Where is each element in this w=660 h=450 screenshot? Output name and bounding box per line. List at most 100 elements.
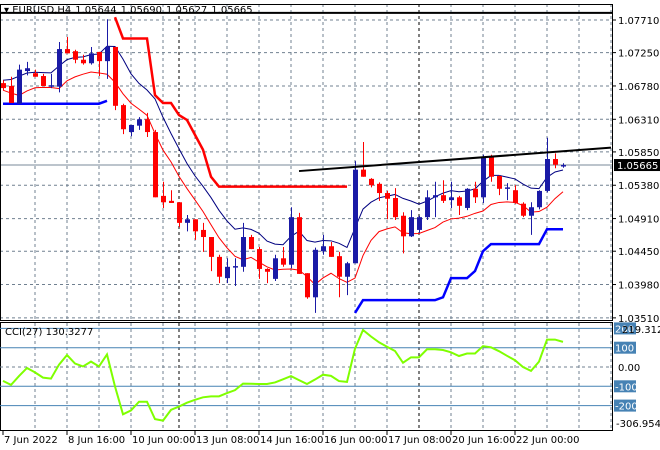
candle-body bbox=[449, 197, 454, 201]
price-axis-label: 1.06310 bbox=[618, 115, 659, 126]
candle-body bbox=[137, 119, 142, 126]
candle-body bbox=[345, 263, 350, 277]
candle-body bbox=[505, 187, 510, 189]
candle-body bbox=[313, 249, 318, 298]
candle-body bbox=[177, 202, 182, 223]
symbol-header: ▾ EURUSD,H4 1.05644 1.05690 1.05627 1.05665 bbox=[4, 5, 253, 16]
candle-body bbox=[73, 51, 78, 60]
time-axis-label: 13 Jun 08:00 bbox=[196, 435, 260, 446]
price-axis-label: 1.05380 bbox=[618, 181, 659, 192]
candle-body bbox=[161, 195, 166, 203]
candle-body bbox=[489, 156, 494, 177]
candle-body bbox=[257, 249, 262, 269]
candle-body bbox=[369, 178, 374, 186]
cci-zero-label: 0.00 bbox=[618, 363, 640, 374]
candle-body bbox=[473, 188, 478, 198]
candle-body bbox=[377, 183, 382, 194]
candle-body bbox=[225, 266, 230, 279]
candle-body bbox=[201, 229, 206, 238]
trendline[interactable] bbox=[298, 146, 612, 173]
cci-panel-frame bbox=[0, 322, 613, 431]
candle-body bbox=[41, 76, 46, 86]
candle-body bbox=[545, 159, 550, 191]
price-axis-label: 1.07710 bbox=[618, 16, 659, 27]
price-axis-label: 1.04450 bbox=[618, 247, 659, 258]
candle-body bbox=[113, 46, 118, 106]
candle-body bbox=[33, 73, 38, 77]
candle-body bbox=[233, 266, 238, 268]
main-panel-frame bbox=[0, 4, 613, 321]
cci-line bbox=[2, 328, 564, 422]
header-open: 1.05644 bbox=[75, 5, 116, 16]
time-axis-label: 10 Jun 00:00 bbox=[132, 435, 196, 446]
candle-body bbox=[457, 197, 462, 206]
candle-body bbox=[305, 273, 310, 298]
candle-body bbox=[49, 85, 54, 87]
candle-body bbox=[481, 156, 486, 198]
candle-body bbox=[57, 49, 62, 87]
candle-body bbox=[321, 246, 326, 252]
candle-body bbox=[513, 190, 518, 203]
header-symbol: ▾ EURUSD,H4 bbox=[4, 5, 71, 16]
time-axis-label: 17 Jun 08:00 bbox=[388, 435, 452, 446]
price-axis-label: 1.04910 bbox=[618, 215, 659, 226]
candle-body bbox=[89, 53, 94, 64]
candle-body bbox=[145, 119, 150, 133]
candle-body bbox=[105, 46, 110, 62]
candle-body bbox=[217, 256, 222, 277]
candle-body bbox=[561, 165, 566, 167]
moving-average-upper bbox=[2, 45, 564, 249]
candle-body bbox=[17, 69, 22, 104]
price-axis-label: 1.06780 bbox=[618, 82, 659, 93]
candle-body bbox=[153, 132, 158, 198]
candle-body bbox=[337, 256, 342, 277]
candle-body bbox=[393, 198, 398, 218]
candle-body bbox=[193, 219, 198, 232]
time-axis-label: 14 Jun 16:00 bbox=[260, 435, 324, 446]
price-axis-label: 1.07250 bbox=[618, 49, 659, 60]
price-chart[interactable]: 1.07710 1.07250 1.06780 1.06310 1.05850 1.053… bbox=[0, 0, 660, 450]
candle-body bbox=[433, 195, 438, 198]
time-axis-label: 7 Jun 2022 bbox=[4, 435, 58, 446]
header-low: 1.05627 bbox=[166, 5, 207, 16]
candle-body bbox=[209, 237, 214, 257]
time-axis-label: 22 Jun 00:00 bbox=[516, 435, 580, 446]
candle-body bbox=[361, 169, 366, 177]
candle-body bbox=[273, 258, 278, 279]
candle-body bbox=[329, 246, 334, 257]
cci-level-label: -200 bbox=[615, 402, 638, 413]
time-axis-label: 16 Jun 00:00 bbox=[324, 435, 388, 446]
candle-body bbox=[521, 203, 526, 216]
candle-body bbox=[81, 59, 86, 64]
candle-body bbox=[441, 195, 446, 201]
candle-body bbox=[9, 85, 14, 103]
candle-body bbox=[553, 159, 558, 165]
candle-body bbox=[385, 193, 390, 199]
current-price-label: 1.05665 bbox=[617, 161, 658, 172]
candle-body bbox=[425, 197, 430, 218]
candle-body bbox=[497, 176, 502, 189]
candle-body bbox=[97, 51, 102, 62]
candle-body bbox=[289, 217, 294, 265]
candle-body bbox=[249, 237, 254, 250]
cci-label: CCI(27) 130.3277 bbox=[5, 327, 93, 338]
candle-body bbox=[185, 219, 190, 223]
cci-level-label: 100 bbox=[615, 344, 634, 355]
candle-body bbox=[65, 49, 70, 54]
candle-body bbox=[281, 258, 286, 265]
candle-body bbox=[265, 268, 270, 272]
time-axis-label: 8 Jun 16:00 bbox=[68, 435, 125, 446]
cci-max-label: 219.3126 bbox=[622, 325, 660, 336]
candle-body bbox=[353, 169, 358, 264]
candle-body bbox=[169, 200, 174, 203]
header-close: 1.05665 bbox=[211, 5, 252, 16]
candle-body bbox=[409, 217, 414, 237]
candle-body bbox=[529, 207, 534, 216]
cci-min-label: -306.9543 bbox=[616, 419, 660, 430]
header-high: 1.05690 bbox=[121, 5, 162, 16]
trailing-stop-upper-line bbox=[113, 16, 347, 188]
candle-body bbox=[465, 188, 470, 208]
candle-body bbox=[537, 190, 542, 208]
price-axis-label: 1.05850 bbox=[618, 148, 659, 159]
candle-body bbox=[241, 237, 246, 267]
